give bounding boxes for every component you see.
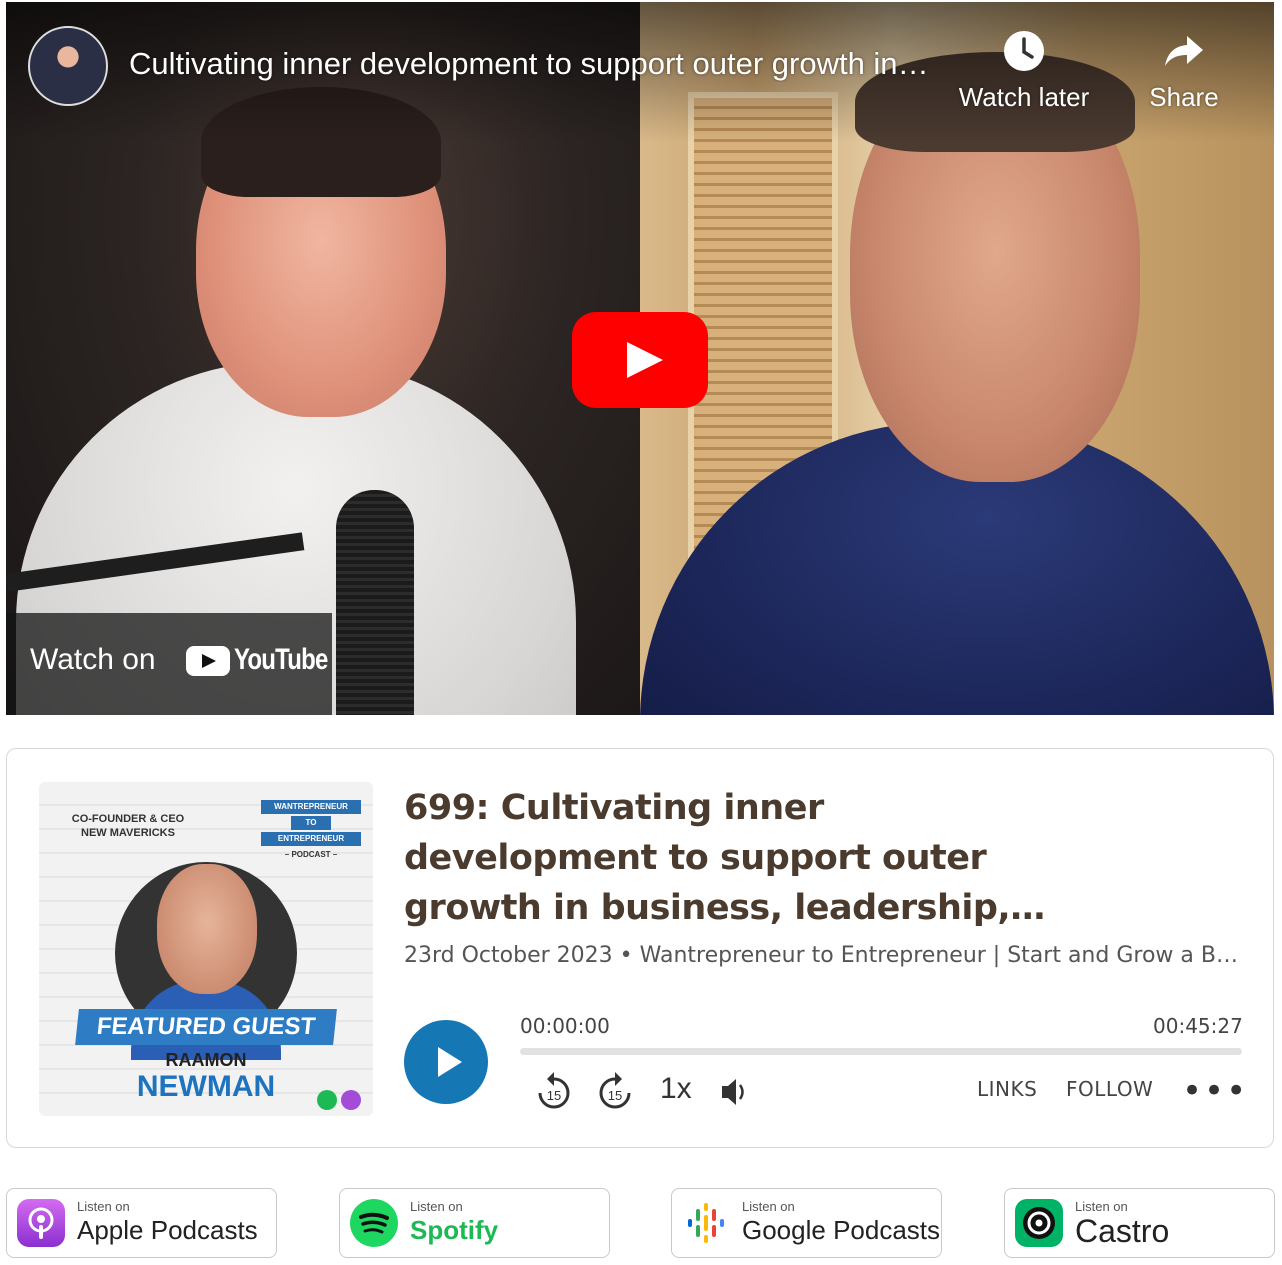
forward-15-icon: 15 [599, 1072, 631, 1109]
google-podcasts-icon [682, 1199, 730, 1247]
microphone [336, 490, 414, 715]
rewind-15-label: 15 [547, 1088, 561, 1103]
castro-badge[interactable]: Listen on Castro [1004, 1188, 1275, 1258]
video-title[interactable]: Cultivating inner development to support… [129, 46, 929, 82]
cover-show-line3: ENTREPRENEUR [261, 832, 361, 846]
youtube-wordmark: YouTube [234, 643, 328, 676]
volume-icon [722, 1079, 744, 1105]
apple-badge-small: Listen on [77, 1199, 130, 1214]
cover-show-line1: WANTREPRENEUR [261, 800, 361, 814]
spotify-badge-small: Listen on [410, 1199, 463, 1214]
cover-guest-role: CO-FOUNDER & CEO NEW MAVERICKS [71, 813, 185, 839]
rewind-15-button[interactable]: 15 [534, 1069, 574, 1115]
castro-icon [1015, 1199, 1063, 1247]
rewind-15-icon: 15 [538, 1072, 570, 1109]
spotify-icon [350, 1199, 398, 1247]
share-button[interactable]: Share [1104, 30, 1264, 113]
cover-spotify-icon [317, 1090, 337, 1110]
cover-guest-face [157, 864, 257, 994]
youtube-embed[interactable]: Cultivating inner development to support… [6, 2, 1274, 715]
cover-show-line2: TO [291, 816, 331, 830]
cover-featured-banner: FEATURED GUEST [75, 1009, 337, 1045]
apple-podcasts-icon [17, 1199, 65, 1247]
spotify-badge-name: Spotify [410, 1215, 499, 1245]
episode-cover-art: CO-FOUNDER & CEO NEW MAVERICKS WANTREPRE… [39, 782, 373, 1116]
channel-avatar[interactable] [28, 26, 108, 106]
castro-badge-small: Listen on [1075, 1199, 1128, 1214]
clock-icon [1004, 31, 1044, 71]
playback-speed-button[interactable]: 1x [660, 1072, 692, 1118]
meta-separator: • [619, 943, 633, 968]
volume-button[interactable] [719, 1069, 751, 1115]
follow-button[interactable]: FOLLOW [1066, 1077, 1153, 1101]
podcast-player: CO-FOUNDER & CEO NEW MAVERICKS WANTREPRE… [6, 748, 1274, 1148]
more-options-button[interactable]: ••• [1182, 1074, 1248, 1108]
show-name: Wantrepreneur to Entrepreneur | Start an… [639, 943, 1244, 968]
watch-on-label: Watch on [30, 643, 156, 676]
progress-bar[interactable] [520, 1048, 1242, 1055]
episode-date: 23rd October 2023 [404, 943, 613, 968]
total-duration: 00:45:27 [1153, 1014, 1243, 1038]
youtube-logo-icon [186, 646, 230, 676]
watch-on-youtube-button[interactable]: Watch on YouTube [6, 613, 332, 715]
share-label: Share [1149, 82, 1219, 112]
castro-badge-name: Castro [1075, 1213, 1170, 1249]
google-badge-name: Google Podcasts [742, 1215, 941, 1245]
cover-apple-podcasts-icon [341, 1090, 361, 1110]
cover-guest-first-name: RAAMON [165, 1050, 247, 1070]
episode-meta: 23rd October 2023 • Wantrepreneur to Ent… [404, 943, 1244, 968]
spotify-badge[interactable]: Listen on Spotify [339, 1188, 610, 1258]
cover-show-line4: – PODCAST – [284, 850, 338, 859]
google-podcasts-badge[interactable]: Listen on Google Podcasts [671, 1188, 942, 1258]
forward-15-label: 15 [608, 1088, 622, 1103]
episode-title[interactable]: 699: Cultivating inner development to su… [404, 783, 1084, 933]
youtube-play-button[interactable] [572, 312, 708, 408]
current-time: 00:00:00 [520, 1014, 610, 1038]
cover-show-badge: WANTREPRENEUR TO ENTREPRENEUR – PODCAST … [261, 798, 361, 864]
watch-later-button[interactable]: Watch later [944, 30, 1104, 113]
forward-15-button[interactable]: 15 [595, 1069, 635, 1115]
google-badge-small: Listen on [742, 1199, 795, 1214]
play-button[interactable] [404, 1020, 488, 1104]
watch-later-label: Watch later [958, 82, 1090, 112]
share-arrow-icon [1165, 36, 1203, 66]
apple-podcasts-badge[interactable]: Listen on Apple Podcasts [6, 1188, 277, 1258]
apple-badge-name: Apple Podcasts [77, 1215, 258, 1245]
links-button[interactable]: LINKS [977, 1077, 1037, 1101]
